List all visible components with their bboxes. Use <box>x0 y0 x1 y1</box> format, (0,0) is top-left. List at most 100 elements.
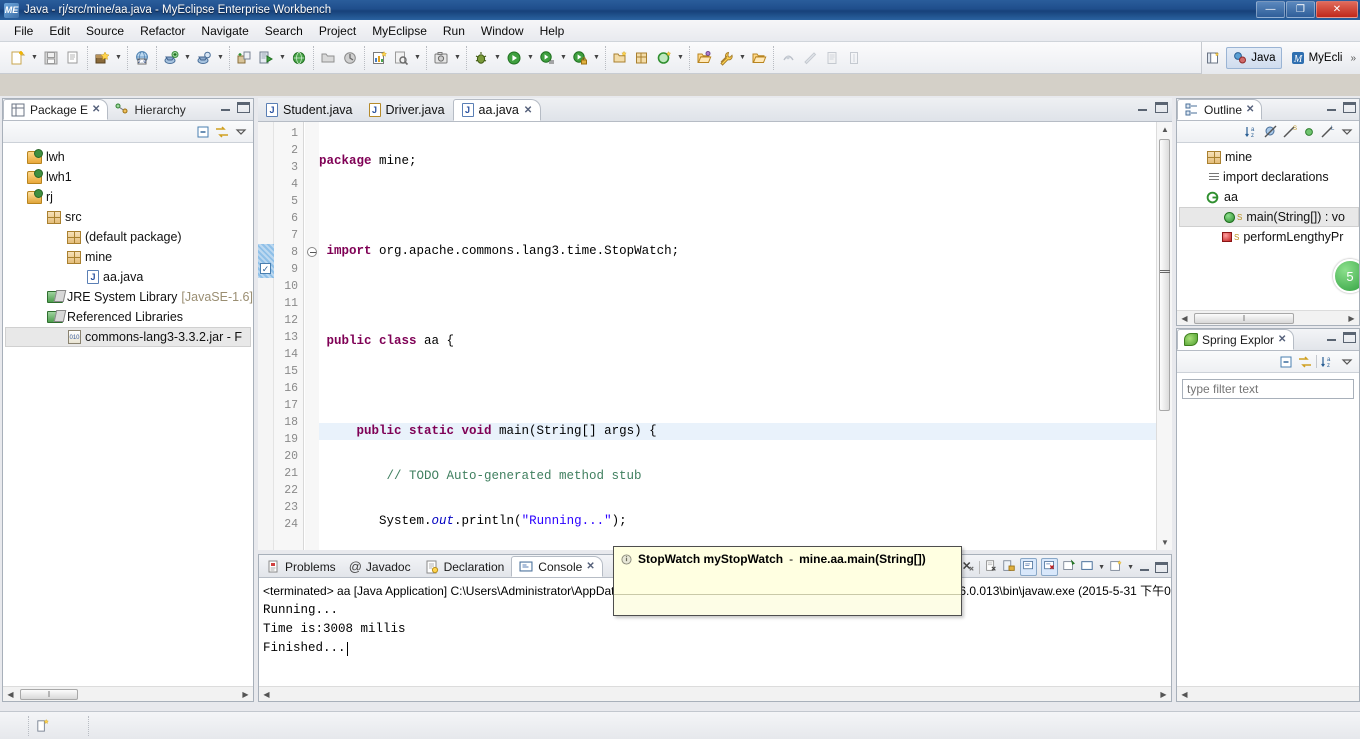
hide-static-icon[interactable]: S <box>1282 124 1298 140</box>
minimize-view-icon[interactable] <box>219 102 232 113</box>
editor-folding-gutter[interactable] <box>305 122 319 550</box>
hide-local-icon[interactable]: L <box>1320 124 1336 140</box>
fold-collapse-icon[interactable] <box>307 247 317 257</box>
maximize-view-icon[interactable] <box>1155 561 1168 573</box>
menu-run[interactable]: Run <box>435 22 473 40</box>
outline-item-performlengthyprocess[interactable]: S performLengthyPr <box>1177 227 1359 247</box>
minimize-view-icon[interactable] <box>1138 562 1151 573</box>
run-dropdown-arrow[interactable]: ▼ <box>525 47 536 69</box>
editor-vscrollbar[interactable]: ▲ ▼ <box>1156 122 1172 550</box>
tree-item-aa-java[interactable]: J aa.java <box>3 267 253 287</box>
sort-az-icon[interactable]: az <box>1320 354 1336 370</box>
outline-item-aa[interactable]: aa <box>1177 187 1359 207</box>
tab-javadoc[interactable]: @ Javadoc <box>343 556 418 577</box>
minimize-button[interactable]: — <box>1256 1 1285 18</box>
external-tools-icon[interactable] <box>536 47 558 69</box>
perspective-myeclipse[interactable]: M MyEcli <box>1284 47 1349 69</box>
tab-console[interactable]: Console ✕ <box>511 556 603 577</box>
tab-aa-java[interactable]: J aa.java ✕ <box>452 99 542 121</box>
menu-navigate[interactable]: Navigate <box>193 22 256 40</box>
outline-item-mine[interactable]: mine <box>1177 147 1359 167</box>
minimize-view-icon[interactable] <box>1325 102 1338 113</box>
tree-item-referenced-libraries[interactable]: Referenced Libraries <box>3 307 253 327</box>
link-with-editor-icon[interactable] <box>214 124 230 140</box>
deploy-icon[interactable] <box>91 47 113 69</box>
spring-explorer-hscrollbar[interactable]: ◀ <box>1177 686 1359 701</box>
scroll-lock-icon[interactable] <box>1002 559 1016 576</box>
maximize-editor-icon[interactable] <box>1155 102 1168 113</box>
tree-item-lwh1[interactable]: lwh1 <box>3 167 253 187</box>
run-lock-dropdown-arrow[interactable]: ▼ <box>591 47 602 69</box>
menu-window[interactable]: Window <box>473 22 532 40</box>
server-add-dropdown-arrow[interactable]: ▼ <box>182 47 193 69</box>
external-tools-dropdown-arrow[interactable]: ▼ <box>558 47 569 69</box>
wrench-dropdown-arrow[interactable]: ▼ <box>737 47 748 69</box>
new-file-dropdown-arrow[interactable]: ▼ <box>29 47 40 69</box>
menu-project[interactable]: Project <box>311 22 364 40</box>
new-java-project-icon[interactable] <box>609 47 631 69</box>
scroll-left-icon[interactable]: ◀ <box>259 687 274 702</box>
search-page-dropdown-arrow[interactable]: ▼ <box>412 47 423 69</box>
maximize-view-icon[interactable] <box>1343 332 1356 343</box>
close-icon[interactable]: ✕ <box>1246 104 1254 115</box>
tab-student-java[interactable]: J Student.java <box>258 99 361 121</box>
camera-dropdown-arrow[interactable]: ▼ <box>452 47 463 69</box>
open-folder-icon[interactable] <box>693 47 715 69</box>
collapse-all-icon[interactable] <box>195 124 211 140</box>
globe-20-icon[interactable]: 2.0 <box>131 47 153 69</box>
tree-item-rj[interactable]: rj <box>3 187 253 207</box>
wrench-icon[interactable] <box>715 47 737 69</box>
menu-search[interactable]: Search <box>257 22 311 40</box>
tree-item-src[interactable]: src <box>3 207 253 227</box>
open-perspective-icon[interactable] <box>1202 47 1224 69</box>
close-icon[interactable]: ✕ <box>92 104 100 115</box>
open-package-icon[interactable] <box>748 47 770 69</box>
report-icon[interactable] <box>368 47 390 69</box>
show-console-on-output-icon[interactable] <box>1020 558 1038 576</box>
new-smart-element-icon[interactable] <box>35 718 50 733</box>
hscroll-thumb[interactable]: ‖ <box>20 688 78 700</box>
server-add-icon[interactable] <box>160 47 182 69</box>
new-class-dropdown-arrow[interactable]: ▼ <box>675 47 686 69</box>
tab-outline[interactable]: Outline ✕ <box>1177 99 1263 120</box>
menu-file[interactable]: File <box>6 22 41 40</box>
hscroll-thumb[interactable]: ‖ <box>1194 312 1294 324</box>
open-console-icon[interactable] <box>1109 559 1123 576</box>
search-page-icon[interactable] <box>390 47 412 69</box>
outline-hscrollbar[interactable]: ◀ ‖ ▶ <box>1177 310 1359 325</box>
outline-item-main[interactable]: S main(String[]) : vo <box>1179 207 1359 227</box>
tree-item-commons-lang3-jar[interactable]: 010 commons-lang3-3.3.2.jar - F <box>5 327 251 347</box>
scroll-left-icon[interactable]: ◀ <box>1177 311 1192 326</box>
new-package-icon[interactable] <box>631 47 653 69</box>
debug-bug-icon[interactable] <box>470 47 492 69</box>
close-icon[interactable]: ✕ <box>524 105 532 116</box>
open-console-dropdown-arrow[interactable]: ▼ <box>1127 564 1134 571</box>
new-smart-element-cell[interactable] <box>28 715 88 736</box>
tree-item-lwh[interactable]: lwh <box>3 147 253 167</box>
clear-console-icon[interactable] <box>984 559 998 576</box>
minimize-editor-icon[interactable] <box>1136 102 1149 113</box>
run-play-icon[interactable] <box>503 47 525 69</box>
tab-driver-java[interactable]: J Driver.java <box>361 99 453 121</box>
new-file-icon[interactable] <box>7 47 29 69</box>
display-selected-console-icon[interactable] <box>1080 559 1094 576</box>
outline-item-import-declarations[interactable]: import declarations <box>1177 167 1359 187</box>
tab-package-explorer[interactable]: Package E ✕ <box>3 99 109 120</box>
view-menu-icon[interactable] <box>233 124 249 140</box>
tab-hierarchy[interactable]: Hierarchy <box>108 99 192 120</box>
view-menu-icon[interactable] <box>1339 124 1355 140</box>
editor-marker-gutter[interactable]: ✓ <box>258 122 274 550</box>
run-lock-icon[interactable] <box>569 47 591 69</box>
editor-vscroll-thumb[interactable] <box>1159 139 1170 411</box>
scroll-up-icon[interactable]: ▲ <box>1157 122 1172 137</box>
deploy-dropdown-arrow[interactable]: ▼ <box>113 47 124 69</box>
view-menu-icon[interactable] <box>1339 354 1355 370</box>
print-icon[interactable] <box>62 47 84 69</box>
menu-refactor[interactable]: Refactor <box>132 22 193 40</box>
scroll-right-icon[interactable]: ▶ <box>238 687 253 702</box>
hide-nonpublic-icon[interactable] <box>1301 124 1317 140</box>
maximize-view-icon[interactable] <box>237 102 250 113</box>
filter-input[interactable] <box>1182 379 1354 399</box>
menu-help[interactable]: Help <box>532 22 573 40</box>
camera-icon[interactable] <box>430 47 452 69</box>
